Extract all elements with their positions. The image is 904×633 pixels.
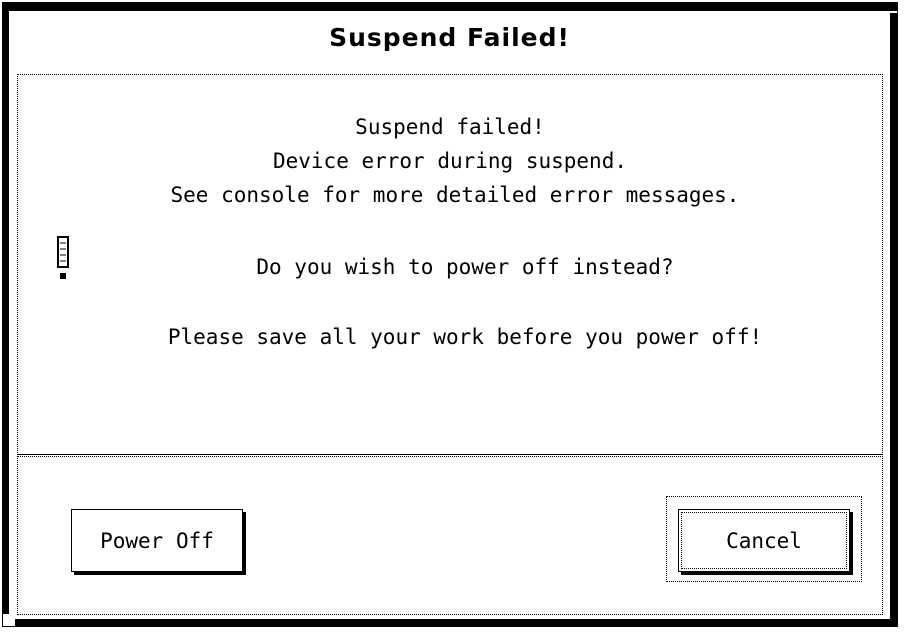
cancel-button[interactable]: Cancel [678,509,850,572]
button-panel: Power Off Cancel [17,456,883,615]
window-frame-right [890,13,897,626]
title-bar[interactable]: Suspend Failed! [9,11,890,75]
message-line-3: See console for more detailed error mess… [170,183,740,207]
window-frame-top [17,3,897,11]
power-off-question: Do you wish to power off instead? [256,255,674,279]
message-line-2: Device error during suspend. [272,149,627,173]
message-line-1: Suspend failed! [355,115,545,139]
window-frame-bottom [15,619,897,626]
power-off-button[interactable]: Power Off [71,509,243,572]
save-work-warning: Please save all your work before you pow… [167,325,763,349]
message-panel: Suspend failed! Device error during susp… [17,74,883,455]
window-frame-left [3,27,9,614]
dialog-title: Suspend Failed! [329,23,570,52]
